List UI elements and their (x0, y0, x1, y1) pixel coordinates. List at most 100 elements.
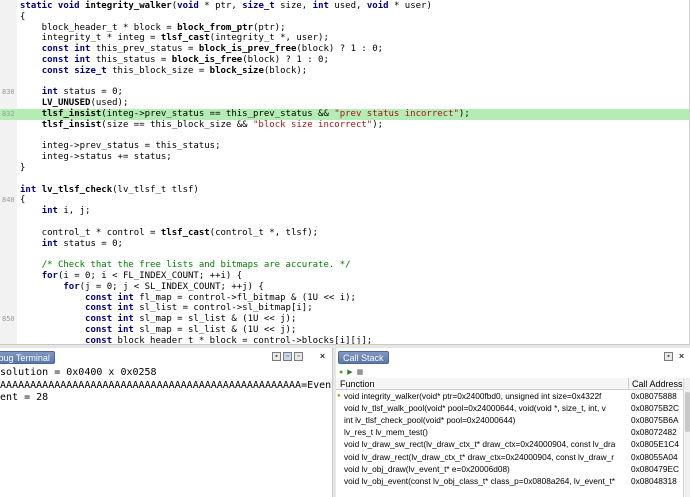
terminal-output[interactable]: Resolution = 0x0400 x 0x0258 AAAAAAAAAAAA… (0, 367, 333, 497)
code-line[interactable]: const int this_prev_status = block_is_pr… (0, 44, 689, 55)
call-stack-scrollbar[interactable] (683, 378, 690, 497)
call-stack-function: int lv_tlsf_check_pool(void* pool=0x2400… (344, 415, 516, 426)
code-line[interactable]: } (0, 163, 689, 174)
close-icon[interactable]: × (318, 352, 327, 361)
code-text: const int sl_map = sl_list & (1U << j); (85, 314, 297, 325)
options-icon[interactable]: ▦ (357, 368, 364, 377)
code-line[interactable]: int lv_tlsf_check(lv_tlsf_t tlsf) (0, 184, 689, 196)
code-line[interactable]: block_header_t * block = block_from_ptr(… (0, 22, 689, 34)
code-line[interactable]: const int sl_list = control->sl_bitmap[i… (0, 303, 689, 314)
code-line[interactable]: static void integrity_walker(void * ptr,… (0, 1, 689, 12)
column-header-address[interactable]: Call Address (628, 378, 683, 390)
code-line[interactable]: const size_t this_block_size = block_siz… (0, 65, 689, 77)
code-text: { (20, 11, 26, 22)
column-header-function[interactable]: Function (340, 378, 375, 390)
code-line[interactable]: integ->prev_status = this_status; (0, 141, 689, 152)
call-stack-tools: ▪ (664, 352, 673, 363)
call-stack-row[interactable]: void lv_draw_sw_rect(lv_draw_ctx_t* draw… (336, 439, 690, 451)
code-text: for(i = 0; i < FL_INDEX_COUNT; ++i) { (41, 271, 243, 281)
code-text: integ->prev_status = this_status; (20, 141, 221, 152)
call-stack-address: 0x0805E1C4 (631, 439, 679, 450)
code-text: int status = 0; (41, 238, 123, 249)
call-stack-address: 0x08048318 (631, 475, 677, 486)
code-line[interactable]: 850 const int sl_map = sl_list & (1U << … (0, 314, 689, 325)
code-line[interactable]: integ->status += status; (0, 152, 689, 163)
code-line[interactable] (0, 77, 689, 88)
code-line[interactable]: control_t * control = tlsf_cast(control_… (0, 228, 689, 239)
code-line[interactable]: integrity_t * integ = tlsf_cast(integrit… (0, 33, 689, 44)
code-text: const int this_status = block_is_free(bl… (41, 55, 329, 65)
code-line[interactable]: LV_UNUSED(used); (0, 98, 689, 109)
code-text: tlsf_insist(size == this_block_size && "… (41, 119, 384, 130)
code-text: block_header_t * block = block_from_ptr(… (20, 22, 286, 33)
code-line[interactable]: int i, j; (0, 206, 689, 217)
call-stack-address: 0x08075B6A (631, 415, 679, 426)
line-number: 832 (2, 110, 15, 118)
code-line[interactable]: 840 { (0, 195, 689, 206)
terminal-line: Resolution = 0x0400 x 0x0258 (0, 367, 157, 378)
code-line[interactable]: for(j = 0; j < SL_INDEX_COUNT; ++j) { (0, 281, 689, 293)
code-text: const size_t this_block_size = block_siz… (41, 65, 308, 76)
dock-icon[interactable]: ▫ (283, 352, 292, 361)
code-line[interactable]: { (0, 11, 689, 23)
terminal-line: AAAAAAAAAAAAAAAAAAAAAAAAAAAAAAAAAAAAAAAA… (0, 379, 333, 391)
code-line[interactable]: const block_header_t * block = control->… (0, 335, 689, 344)
code-line[interactable] (0, 249, 689, 260)
close-icon[interactable]: × (677, 352, 686, 361)
step-icon[interactable]: ▶ (347, 368, 352, 377)
call-stack-address: 0x08075888 (631, 391, 677, 401)
code-line[interactable]: /* Check that the free lists and bitmaps… (0, 260, 689, 271)
call-stack-row[interactable]: int lv_tlsf_check_pool(void* pool=0x2400… (336, 415, 690, 427)
call-stack-address: 0x08075B2C (631, 403, 679, 414)
line-number: 850 (2, 315, 15, 324)
code-line[interactable]: const int this_status = block_is_free(bl… (0, 55, 689, 66)
debug-terminal-panel: Debug Terminal ▪ ▫ ▫ × Resolution = 0x04… (0, 348, 333, 497)
call-stack-function: void lv_obj_event(const lv_obj_class_t* … (344, 475, 615, 486)
call-stack-function: void lv_draw_sw_rect(lv_draw_ctx_t* draw… (344, 439, 616, 450)
call-stack-row[interactable]: lv_res_t lv_mem_test() 0x08072482 (336, 427, 690, 439)
code-line[interactable]: 830 int status = 0; (0, 87, 689, 98)
code-line-current[interactable]: 832 tlsf_insist(integ->prev_status == th… (0, 109, 689, 120)
code-editor[interactable]: static void integrity_walker(void * ptr,… (0, 0, 690, 344)
pin-icon[interactable]: ▪ (272, 352, 281, 361)
code-line[interactable]: const int fl_map = control->fl_bitmap & … (0, 292, 689, 304)
code-text: /* Check that the free lists and bitmaps… (41, 260, 351, 271)
code-line[interactable]: for(i = 0; i < FL_INDEX_COUNT; ++i) { (0, 271, 689, 282)
call-stack-row[interactable]: ● void integrity_walker(void* ptr=0x2400f… (336, 391, 690, 403)
code-text: integ->status += status; (20, 152, 172, 163)
call-stack-row[interactable]: void lv_tlsf_walk_pool(void* pool=0x2400… (336, 403, 690, 415)
code-text: const int fl_map = control->fl_bitmap & … (85, 292, 356, 303)
code-text: for(j = 0; j < SL_INDEX_COUNT; ++j) { (63, 281, 264, 292)
line-number: 830 (2, 88, 15, 97)
call-stack-function: void lv_tlsf_walk_pool(void* pool=0x2400… (344, 403, 606, 414)
current-frame-icon: ● (337, 393, 341, 399)
call-stack-header: Function Call Address (336, 378, 690, 390)
code-text: const int sl_map = sl_list & (1U << j); (85, 325, 297, 335)
code-text: int i, j; (41, 206, 91, 217)
code-text: LV_UNUSED(used); (41, 98, 129, 109)
code-text: int lv_tlsf_check(lv_tlsf_t tlsf) (20, 184, 199, 195)
call-stack-function: void lv_obj_draw(lv_event_t* e=0x20006d0… (344, 463, 510, 474)
code-text: const block_header_t * block = control->… (85, 335, 373, 344)
code-text: int status = 0; (41, 87, 123, 98)
call-stack-row[interactable]: void lv_obj_draw(lv_event_t* e=0x20006d0… (336, 464, 690, 476)
pin-icon[interactable]: ▪ (664, 352, 673, 361)
call-stack-title-tab[interactable]: Call Stack (338, 351, 389, 364)
scrollbar-thumb[interactable] (685, 392, 690, 432)
call-stack-function: lv_res_t lv_mem_test() (344, 427, 428, 438)
call-stack-row[interactable]: void lv_obj_event(const lv_obj_class_t* … (336, 476, 690, 488)
call-stack-row[interactable]: void lv_draw_rect(lv_draw_ctx_t* draw_ct… (336, 452, 690, 464)
code-text: const int this_prev_status = block_is_pr… (41, 44, 384, 55)
code-line[interactable]: tlsf_insist(size == this_block_size && "… (0, 119, 689, 131)
float-icon[interactable]: ▫ (294, 352, 303, 361)
code-line[interactable] (0, 174, 689, 185)
code-line[interactable] (0, 131, 689, 142)
code-text: integrity_t * integ = tlsf_cast(integrit… (20, 33, 329, 44)
debug-terminal-title-tab[interactable]: Debug Terminal (0, 351, 55, 364)
code-line[interactable] (0, 217, 689, 228)
code-line[interactable]: const int sl_map = sl_list & (1U << j); (0, 325, 689, 336)
code-line[interactable]: int status = 0; (0, 238, 689, 250)
code-text: { (20, 195, 26, 206)
run-icon[interactable]: ● (339, 368, 343, 377)
call-stack-function: void lv_draw_rect(lv_draw_ctx_t* draw_ct… (344, 451, 615, 462)
